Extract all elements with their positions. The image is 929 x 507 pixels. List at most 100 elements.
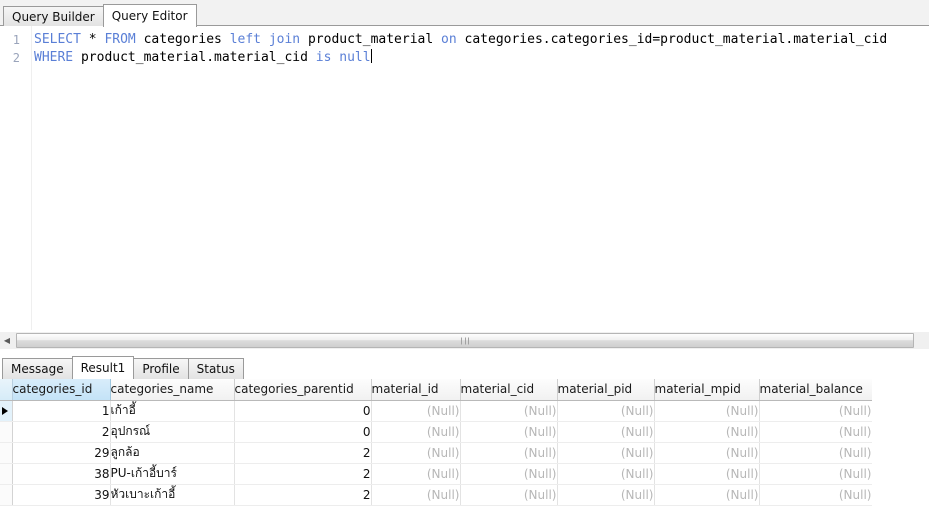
- cell-material_cid[interactable]: (Null): [460, 463, 557, 484]
- code-line: 2WHERE product_material.material_cid is …: [0, 49, 929, 67]
- editor-horizontal-scrollbar[interactable]: ◀: [0, 332, 929, 349]
- cell-categories_name[interactable]: หัวเบาะเก้าอี้: [110, 484, 234, 505]
- row-selector-cell[interactable]: [0, 400, 12, 421]
- cell-material_cid[interactable]: (Null): [460, 400, 557, 421]
- cell-categories_id[interactable]: 1: [12, 400, 110, 421]
- cell-categories_name[interactable]: ลูกล้อ: [110, 442, 234, 463]
- cell-material_cid[interactable]: (Null): [460, 484, 557, 505]
- column-header-material_cid[interactable]: material_cid: [460, 379, 557, 400]
- sql-code-area[interactable]: 1SELECT * FROM categories left join prod…: [0, 31, 929, 67]
- table-header-row: categories_idcategories_namecategories_p…: [0, 379, 872, 400]
- code-token: [261, 32, 269, 47]
- column-header-material_mpid[interactable]: material_mpid: [654, 379, 759, 400]
- cell-material_mpid[interactable]: (Null): [654, 421, 759, 442]
- cell-material_balance[interactable]: (Null): [759, 442, 872, 463]
- scrollbar-thumb[interactable]: [16, 333, 914, 348]
- cell-categories_id[interactable]: 2: [12, 421, 110, 442]
- cell-material_balance[interactable]: (Null): [759, 463, 872, 484]
- line-number: 1: [0, 31, 24, 49]
- result-table-body: 1เก้าอี้0(Null)(Null)(Null)(Null)(Null)2…: [0, 400, 872, 505]
- row-selector-cell[interactable]: [0, 421, 12, 442]
- cell-material_pid[interactable]: (Null): [557, 484, 654, 505]
- column-header-categories_id[interactable]: categories_id: [12, 379, 110, 400]
- result-table: categories_idcategories_namecategories_p…: [0, 379, 873, 506]
- table-row[interactable]: 29ลูกล้อ2(Null)(Null)(Null)(Null)(Null): [0, 442, 872, 463]
- cell-material_id[interactable]: (Null): [371, 400, 460, 421]
- code-token: left: [230, 32, 261, 47]
- code-token: *: [81, 32, 104, 47]
- cell-categories_parentid[interactable]: 2: [234, 442, 371, 463]
- row-selector-cell[interactable]: [0, 442, 12, 463]
- cell-material_balance[interactable]: (Null): [759, 484, 872, 505]
- sql-editor[interactable]: 1SELECT * FROM categories left join prod…: [0, 26, 929, 330]
- cell-categories_id[interactable]: 29: [12, 442, 110, 463]
- cell-categories_parentid[interactable]: 0: [234, 421, 371, 442]
- code-token: on: [441, 32, 457, 47]
- result-table-head: categories_idcategories_namecategories_p…: [0, 379, 872, 400]
- code-token: FROM: [104, 32, 135, 47]
- cell-material_balance[interactable]: (Null): [759, 421, 872, 442]
- code-token: SELECT: [34, 32, 81, 47]
- row-selector-cell[interactable]: [0, 463, 12, 484]
- code-line-text[interactable]: SELECT * FROM categories left join produ…: [24, 31, 887, 49]
- results-tab-message[interactable]: Message: [2, 358, 73, 379]
- cell-material_mpid[interactable]: (Null): [654, 463, 759, 484]
- cell-material_id[interactable]: (Null): [371, 442, 460, 463]
- cell-categories_name[interactable]: อุปกรณ์: [110, 421, 234, 442]
- table-row[interactable]: 39หัวเบาะเก้าอี้2(Null)(Null)(Null)(Null…: [0, 484, 872, 505]
- results-tab-result1[interactable]: Result1: [72, 356, 135, 379]
- cell-material_mpid[interactable]: (Null): [654, 400, 759, 421]
- column-header-categories_name[interactable]: categories_name: [110, 379, 234, 400]
- table-row[interactable]: 2อุปกรณ์0(Null)(Null)(Null)(Null)(Null): [0, 421, 872, 442]
- code-line-text[interactable]: WHERE product_material.material_cid is n…: [24, 49, 372, 67]
- code-token: categories.categories_id=product_materia…: [457, 32, 887, 47]
- code-token: product_material.material_cid: [73, 50, 316, 65]
- code-token: is: [316, 50, 332, 65]
- row-selector-header: [0, 379, 12, 400]
- grid-empty-area: [872, 379, 929, 507]
- row-selector-cell[interactable]: [0, 484, 12, 505]
- editor-tab-list: Query BuilderQuery Editor: [3, 4, 196, 27]
- cell-categories_parentid[interactable]: 2: [234, 484, 371, 505]
- cell-material_id[interactable]: (Null): [371, 484, 460, 505]
- code-token: product_material: [300, 32, 441, 47]
- cell-categories_id[interactable]: 38: [12, 463, 110, 484]
- cell-material_id[interactable]: (Null): [371, 421, 460, 442]
- cell-categories_id[interactable]: 39: [12, 484, 110, 505]
- cell-material_pid[interactable]: (Null): [557, 442, 654, 463]
- line-number: 2: [0, 49, 24, 67]
- column-header-material_pid[interactable]: material_pid: [557, 379, 654, 400]
- text-caret: [371, 49, 372, 63]
- editor-tabstrip: Query BuilderQuery Editor: [0, 0, 929, 26]
- result-grid[interactable]: categories_idcategories_namecategories_p…: [0, 379, 929, 507]
- code-token: WHERE: [34, 50, 73, 65]
- column-header-material_id[interactable]: material_id: [371, 379, 460, 400]
- results-tab-list: MessageResult1ProfileStatus: [2, 356, 243, 379]
- cell-material_pid[interactable]: (Null): [557, 400, 654, 421]
- cell-material_id[interactable]: (Null): [371, 463, 460, 484]
- cell-categories_name[interactable]: เก้าอี้: [110, 400, 234, 421]
- cell-categories_parentid[interactable]: 2: [234, 463, 371, 484]
- column-header-material_balance[interactable]: material_balance: [759, 379, 872, 400]
- table-row[interactable]: 1เก้าอี้0(Null)(Null)(Null)(Null)(Null): [0, 400, 872, 421]
- cell-material_cid[interactable]: (Null): [460, 421, 557, 442]
- cell-material_cid[interactable]: (Null): [460, 442, 557, 463]
- cell-material_pid[interactable]: (Null): [557, 463, 654, 484]
- code-token: categories: [136, 32, 230, 47]
- column-header-categories_parentid[interactable]: categories_parentid: [234, 379, 371, 400]
- editor-tab-query-editor[interactable]: Query Editor: [103, 4, 197, 27]
- cell-material_balance[interactable]: (Null): [759, 400, 872, 421]
- gutter-divider: [31, 26, 32, 330]
- current-row-arrow-icon: [2, 407, 8, 415]
- table-row[interactable]: 38PU-เก้าอี้บาร์2(Null)(Null)(Null)(Null…: [0, 463, 872, 484]
- cell-material_mpid[interactable]: (Null): [654, 484, 759, 505]
- scroll-left-arrow-icon[interactable]: ◀: [0, 332, 14, 349]
- cell-categories_parentid[interactable]: 0: [234, 400, 371, 421]
- cell-material_pid[interactable]: (Null): [557, 421, 654, 442]
- results-tab-status[interactable]: Status: [188, 358, 244, 379]
- code-line: 1SELECT * FROM categories left join prod…: [0, 31, 929, 49]
- editor-tab-query-builder[interactable]: Query Builder: [3, 6, 104, 27]
- cell-material_mpid[interactable]: (Null): [654, 442, 759, 463]
- results-tab-profile[interactable]: Profile: [133, 358, 188, 379]
- cell-categories_name[interactable]: PU-เก้าอี้บาร์: [110, 463, 234, 484]
